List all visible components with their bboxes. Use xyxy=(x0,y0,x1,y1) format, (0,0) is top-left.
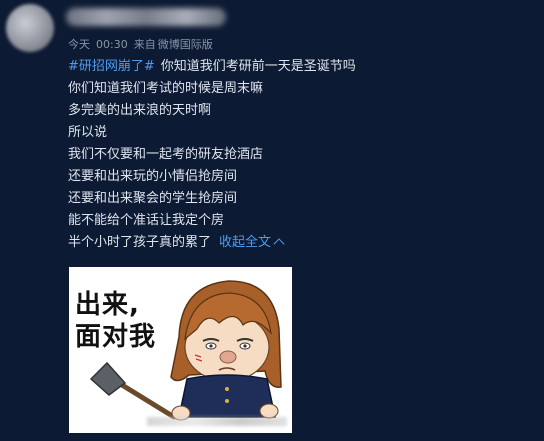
post-line: 我们不仅要和一起考的研友抢酒店 xyxy=(68,147,264,162)
post-line: 所以说 xyxy=(68,125,108,140)
hashtag-link[interactable]: #研招网崩了# xyxy=(68,59,155,74)
post-source[interactable]: 微博国际版 xyxy=(158,38,213,51)
avatar[interactable] xyxy=(6,4,54,52)
post-date: 今天 xyxy=(68,38,90,51)
post-line: 能不能给个准话让我定个房 xyxy=(68,213,225,228)
post-line: 还要和出来聚会的学生抢房间 xyxy=(68,191,238,206)
chevron-up-icon xyxy=(273,238,285,250)
collapse-button[interactable]: 收起全文 xyxy=(219,235,285,250)
username-blurred[interactable] xyxy=(66,8,226,26)
meme-illustration xyxy=(89,280,282,421)
post-source-prefix: 来自 xyxy=(133,38,156,51)
hammer-icon xyxy=(89,361,177,420)
post-text: 你知道我们考研前一天是圣诞节吗 xyxy=(160,59,356,74)
post-image[interactable]: 出来, 面对我 xyxy=(69,267,292,433)
post-text: 半个小时了孩子真的累了 xyxy=(68,235,212,250)
post-line: 半个小时了孩子真的累了 收起全文 xyxy=(68,232,528,254)
watermark-blurred xyxy=(147,417,287,426)
post-line: 多完美的出来浪的天时啊 xyxy=(68,103,212,118)
post-line: 你们知道我们考试的时候是周末嘛 xyxy=(68,81,264,96)
post-line: #研招网崩了# 你知道我们考研前一天是圣诞节吗 xyxy=(68,56,528,78)
post-line: 还要和出来玩的小情侣抢房间 xyxy=(68,169,238,184)
post-time: 00:30 xyxy=(96,38,128,51)
post-meta: 今天 00:30 来自 微博国际版 xyxy=(68,36,219,52)
post-content: #研招网崩了# 你知道我们考研前一天是圣诞节吗 你们知道我们考试的时候是周末嘛 多… xyxy=(68,56,528,254)
collapse-label: 收起全文 xyxy=(219,235,272,250)
